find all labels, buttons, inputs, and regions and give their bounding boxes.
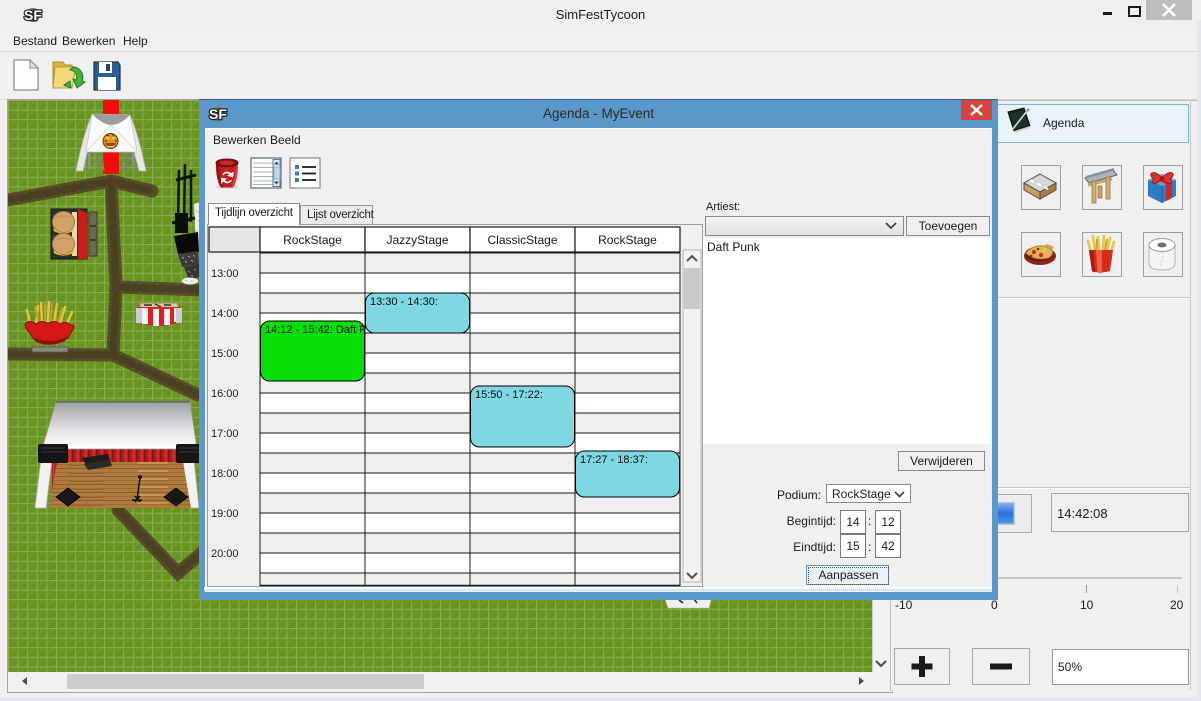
svg-text:19:00: 19:00 [211, 508, 239, 520]
svg-text:17:27 - 18:37:: 17:27 - 18:37: [580, 454, 648, 466]
svg-text:15:00: 15:00 [211, 348, 239, 360]
svg-text:20:00: 20:00 [211, 548, 239, 560]
svg-text:18:00: 18:00 [211, 468, 239, 480]
svg-text:14:12 - 15:42: Daft P: 14:12 - 15:42: Daft P [265, 324, 367, 336]
svg-text:13:30 - 14:30:: 13:30 - 14:30: [370, 296, 438, 308]
svg-text:RockStage: RockStage [283, 233, 342, 247]
svg-text:JazzyStage: JazzyStage [386, 233, 448, 247]
svg-text:13:00: 13:00 [211, 268, 239, 280]
svg-text:16:00: 16:00 [211, 388, 239, 400]
svg-text:14:00: 14:00 [211, 308, 239, 320]
svg-text:17:00: 17:00 [211, 428, 239, 440]
svg-text:ClassicStage: ClassicStage [487, 233, 557, 247]
svg-text:RockStage: RockStage [598, 233, 657, 247]
svg-text:15:50 - 17:22:: 15:50 - 17:22: [475, 389, 543, 401]
